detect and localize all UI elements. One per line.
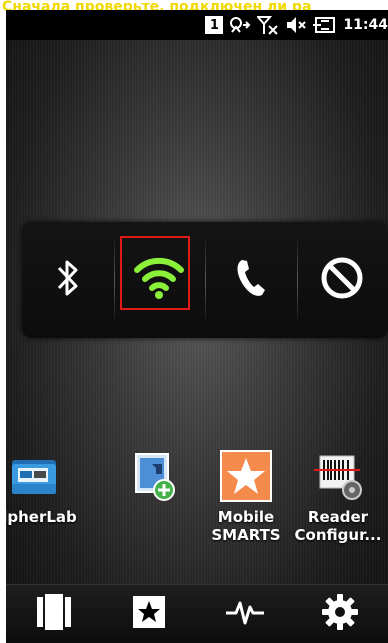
activity-icon: [225, 597, 265, 631]
app-label-line1: Reader: [307, 508, 369, 526]
separator: [296, 234, 298, 326]
bottom-dock: [6, 584, 388, 643]
separator: [205, 234, 206, 326]
data-sync-icon: [229, 16, 251, 34]
app-label: Mobile SMARTS: [202, 508, 290, 544]
device-screen: 1 11:44 pherLab Mobile SMARTS Reader Con…: [6, 10, 388, 643]
sim-badge: 1: [205, 16, 224, 34]
app-label-line2: Configur...: [294, 526, 382, 544]
settings-button[interactable]: [310, 592, 370, 636]
activity-button[interactable]: [215, 592, 275, 636]
phone-toggle[interactable]: [205, 222, 297, 338]
speaker-muted-icon: [285, 16, 307, 34]
wifi-toggle[interactable]: [113, 222, 206, 338]
status-time: 11:44: [343, 17, 388, 33]
favorites-button[interactable]: [119, 592, 179, 636]
separator: [113, 234, 115, 326]
status-bar[interactable]: 1 11:44: [6, 10, 388, 40]
status-icons: 1 11:44: [205, 12, 388, 38]
do-not-disturb-icon: [319, 255, 365, 305]
settings-icon: [321, 593, 359, 635]
cipherlab-folder-icon: [8, 450, 60, 502]
bluetooth-toggle[interactable]: [22, 222, 114, 338]
app-label-line1: Mobile: [217, 508, 275, 526]
app-reader-config[interactable]: Reader Configur...: [294, 450, 382, 544]
app-label: CipherLab: [6, 508, 77, 526]
reader-config-icon: [312, 450, 364, 502]
battery-charging-icon: [313, 16, 337, 34]
quick-settings-bar: [22, 222, 388, 338]
app-mobile-smarts[interactable]: Mobile SMARTS: [202, 450, 290, 544]
wifi-icon: [134, 256, 185, 304]
phone-icon: [234, 257, 268, 303]
app-label: Reader Configur...: [294, 508, 382, 544]
favorites-icon: [131, 594, 167, 634]
apps-icon: [36, 593, 72, 635]
bluetooth-icon: [54, 257, 82, 303]
no-signal-icon: [257, 15, 279, 35]
shortcut-add-icon: [126, 450, 178, 502]
app-shortcut[interactable]: [108, 450, 196, 502]
app-label-line2: SMARTS: [211, 526, 281, 544]
apps-button[interactable]: [24, 592, 84, 636]
mobile-smarts-icon: [220, 450, 272, 502]
dnd-toggle[interactable]: [296, 222, 388, 338]
app-cipherlab[interactable]: CipherLab: [6, 450, 78, 526]
